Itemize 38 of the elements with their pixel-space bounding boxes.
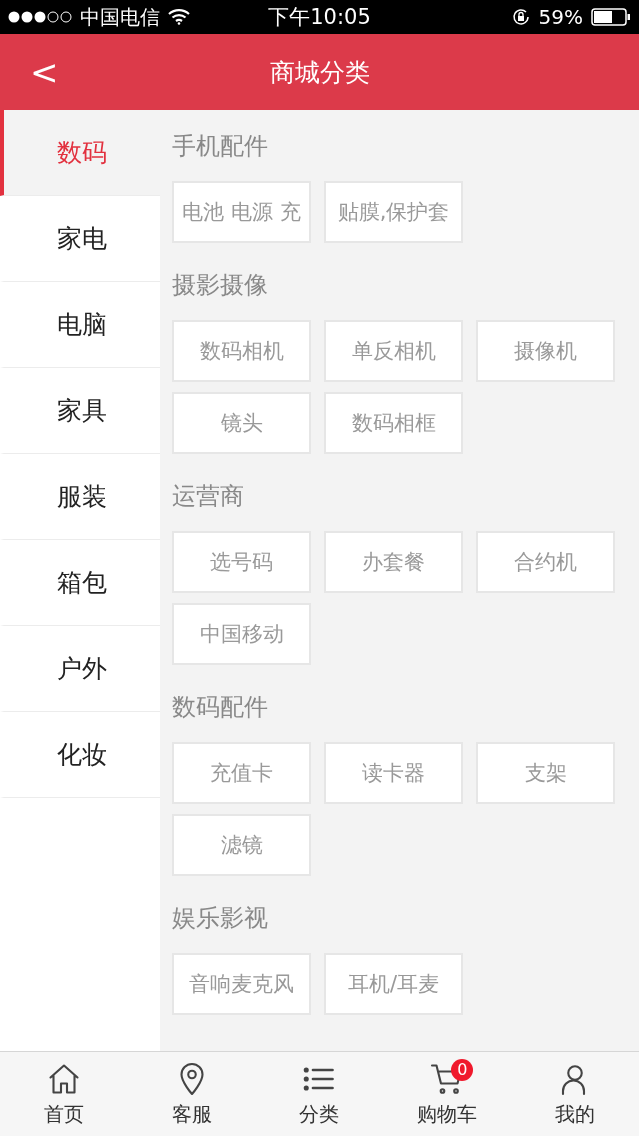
subcategory-button[interactable]: 中国移动 [172, 603, 311, 665]
wifi-icon [168, 9, 190, 25]
battery-icon [591, 8, 631, 26]
subcategory-button[interactable]: 摄像机 [476, 320, 615, 382]
section-title: 娱乐影视 [172, 903, 269, 934]
category-tab[interactable]: 数码 [0, 110, 160, 196]
cart-count-badge: 0 [451, 1059, 474, 1081]
subcategory-button[interactable]: 充值卡 [172, 742, 311, 804]
tab-bar-item[interactable]: 0 购物车 [383, 1052, 512, 1136]
status-time: 下午10:05 [268, 4, 371, 31]
subcategory-button[interactable]: 单反相机 [324, 320, 463, 382]
tab-bar-item[interactable]: 客服 [127, 1052, 256, 1136]
subcategory-button[interactable]: 支架 [476, 742, 615, 804]
subcategory-button[interactable]: 办套餐 [324, 531, 463, 593]
subcategory-button[interactable]: 耳机/耳麦 [324, 953, 463, 1015]
subcategory-button[interactable]: 读卡器 [324, 742, 463, 804]
tab-bar-item[interactable]: 分类 [255, 1052, 384, 1136]
subcategory-button[interactable]: 镜头 [172, 392, 311, 454]
back-button[interactable]: < [24, 52, 65, 92]
subcategory-button[interactable]: 选号码 [172, 531, 311, 593]
tab-bar-item[interactable]: 首页 [0, 1052, 128, 1136]
subcategory-button[interactable]: 数码相机 [172, 320, 311, 382]
section-title: 运营商 [172, 481, 245, 512]
section-title: 摄影摄像 [172, 270, 269, 301]
section-title: 数码配件 [172, 692, 269, 723]
battery-percent: 59% [538, 5, 583, 29]
rotation-lock-icon [510, 7, 531, 27]
signal-dots-icon [8, 11, 72, 23]
subcategory-button[interactable]: 合约机 [476, 531, 615, 593]
section-title: 手机配件 [172, 131, 269, 162]
subcategory-button[interactable]: 电池 电源 充 [172, 181, 311, 243]
carrier-name: 中国电信 [80, 3, 160, 31]
subcategory-button[interactable]: 滤镜 [172, 814, 311, 876]
subcategory-button[interactable]: 数码相框 [324, 392, 463, 454]
tab-bar-item[interactable]: 我的 [511, 1052, 639, 1136]
page-title: 商城分类 [269, 56, 370, 89]
subcategory-button[interactable]: 音响麦克风 [172, 953, 311, 1015]
subcategory-button[interactable]: 贴膜,保护套 [324, 181, 463, 243]
